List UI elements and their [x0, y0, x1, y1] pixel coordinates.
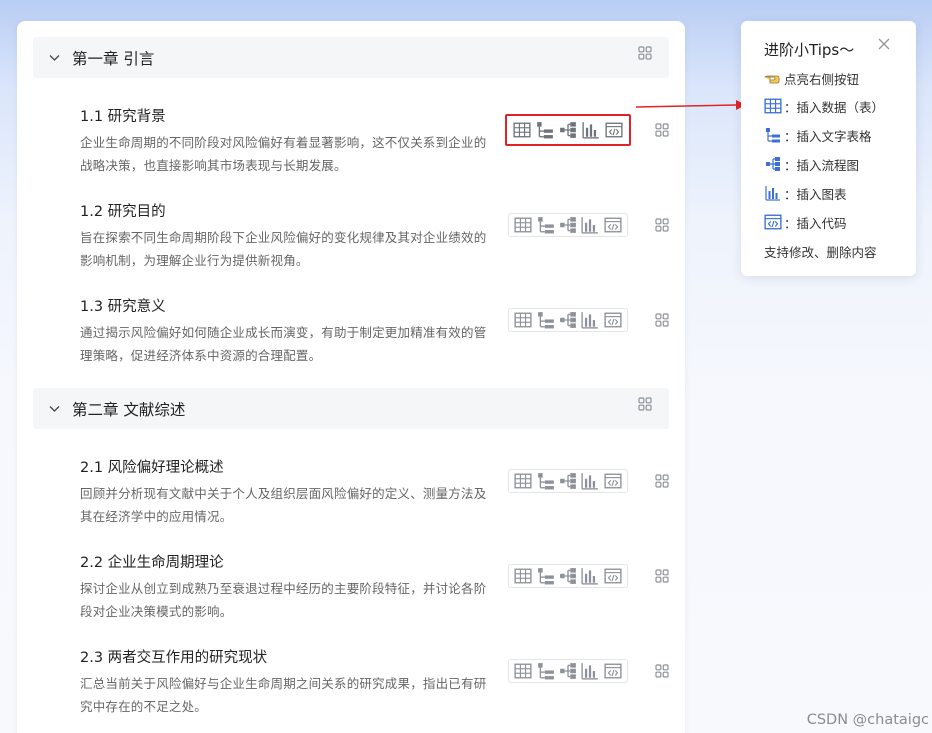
tips-title: 进阶小Tips～	[764, 41, 855, 59]
section-description: 汇总当前关于风险偏好与企业生命周期之间关系的研究成果，指出已有研究中存在的不足之…	[80, 676, 487, 714]
flowchart-icon[interactable]	[559, 121, 577, 139]
insert-toolbar	[508, 659, 628, 683]
section-title: 2.1 风险偏好理论概述	[80, 460, 224, 476]
insert-toolbar	[508, 564, 628, 588]
table-icon	[764, 98, 782, 114]
insert-toolbar	[508, 308, 628, 332]
chapter-header-2[interactable]: 第二章 文献综述	[33, 388, 669, 429]
section-description: 探讨企业从创立到成熟乃至衰退过程中经历的主要阶段特征，并讨论各阶段对企业决策模式…	[80, 581, 487, 619]
section-description: 企业生命周期的不同阶段对风险偏好有着显著影响，这不仅关系到企业的战略决策，也直接…	[80, 135, 487, 173]
tip-label: ：插入代码	[784, 215, 847, 231]
chevron-down-icon[interactable]	[48, 402, 61, 415]
section-description: 回顾并分析现有文献中关于个人及组织层面风险偏好的定义、测量方法及其在经济学中的应…	[80, 486, 487, 524]
bar-chart-icon[interactable]	[581, 311, 599, 329]
tip-label: ：插入文字表格	[784, 128, 872, 144]
flowchart-icon[interactable]	[559, 662, 577, 680]
text-table-icon	[764, 127, 782, 143]
code-icon[interactable]	[605, 121, 623, 139]
insert-toolbar	[508, 469, 628, 493]
flowchart-icon	[764, 156, 782, 172]
bar-chart-icon[interactable]	[581, 567, 599, 585]
section-description: 通过揭示风险偏好如何随企业成长而演变，有助于制定更加精准有效的管理策略，促进经济…	[80, 325, 487, 363]
section-description: 旨在探索不同生命周期阶段下企业风险偏好的变化规律及其对企业绩效的影响机制，为理解…	[80, 230, 487, 268]
watermark: CSDN @chataigc	[806, 712, 929, 728]
flowchart-icon[interactable]	[559, 311, 577, 329]
text-table-icon[interactable]	[537, 311, 555, 329]
flowchart-icon[interactable]	[559, 216, 577, 234]
outline-card: 第一章 引言 1.1 研究背景 企业生命周期的不同阶段对风险偏好有着显著影响，这…	[17, 21, 685, 733]
text-table-icon[interactable]	[536, 121, 554, 139]
table-icon[interactable]	[514, 472, 532, 490]
code-icon[interactable]	[604, 311, 622, 329]
arrow-pointer	[636, 100, 746, 110]
tips-footer: 支持修改、删除内容	[764, 244, 877, 260]
section-title: 1.3 研究意义	[80, 299, 166, 315]
bar-chart-icon[interactable]	[581, 472, 599, 490]
bar-chart-icon[interactable]	[582, 121, 600, 139]
pointing-hand-icon	[764, 70, 782, 86]
text-table-icon[interactable]	[537, 567, 555, 585]
tip-row-table: ：插入数据（表）	[764, 96, 884, 116]
flowchart-icon[interactable]	[559, 472, 577, 490]
code-icon[interactable]	[604, 662, 622, 680]
insert-toolbar-highlighted	[505, 114, 631, 146]
chapter-header-1[interactable]: 第一章 引言	[33, 37, 669, 78]
tips-panel: 进阶小Tips～ 点亮右侧按钮 ：插入数据（表） ：插入文字表格 ：插入流程图 …	[741, 21, 916, 276]
tip-row-text-table: ：插入文字表格	[764, 125, 872, 145]
tip-row-chart: ：插入图表	[764, 183, 847, 203]
table-icon[interactable]	[514, 216, 532, 234]
close-icon[interactable]	[878, 38, 890, 50]
chapter-title: 第二章 文献综述	[72, 401, 186, 419]
text-table-icon[interactable]	[537, 216, 555, 234]
table-icon[interactable]	[513, 121, 531, 139]
tip-row-flowchart: ：插入流程图	[764, 154, 859, 174]
grid-icon[interactable]	[655, 123, 669, 137]
bar-chart-icon[interactable]	[581, 662, 599, 680]
grid-icon[interactable]	[655, 313, 669, 327]
chevron-down-icon[interactable]	[48, 51, 61, 64]
section-title: 2.2 企业生命周期理论	[80, 555, 224, 571]
code-icon[interactable]	[604, 216, 622, 234]
bar-chart-icon	[764, 185, 782, 201]
text-table-icon[interactable]	[537, 472, 555, 490]
tip-label: 点亮右侧按钮	[784, 71, 860, 87]
code-icon[interactable]	[604, 567, 622, 585]
tip-row-code: ：插入代码	[764, 212, 847, 232]
bar-chart-icon[interactable]	[581, 216, 599, 234]
table-icon[interactable]	[514, 311, 532, 329]
tip-row-highlight: 点亮右侧按钮	[764, 68, 859, 88]
code-icon	[764, 214, 782, 230]
table-icon[interactable]	[514, 567, 532, 585]
chapter-title: 第一章 引言	[72, 50, 155, 68]
grid-icon[interactable]	[655, 664, 669, 678]
grid-icon[interactable]	[655, 218, 669, 232]
flowchart-icon[interactable]	[559, 567, 577, 585]
text-table-icon[interactable]	[537, 662, 555, 680]
tip-label: ：插入图表	[784, 186, 847, 202]
section-title: 2.3 两者交互作用的研究现状	[80, 650, 268, 666]
table-icon[interactable]	[514, 662, 532, 680]
section-title: 1.2 研究目的	[80, 204, 166, 220]
section-title: 1.1 研究背景	[80, 109, 166, 125]
code-icon[interactable]	[604, 472, 622, 490]
insert-toolbar	[508, 213, 628, 237]
grid-icon[interactable]	[655, 569, 669, 583]
tip-label: ：插入数据（表）	[784, 99, 885, 115]
grid-icon[interactable]	[655, 474, 669, 488]
tip-label: ：插入流程图	[784, 157, 860, 173]
grid-icon[interactable]	[638, 397, 652, 411]
grid-icon[interactable]	[638, 46, 652, 60]
